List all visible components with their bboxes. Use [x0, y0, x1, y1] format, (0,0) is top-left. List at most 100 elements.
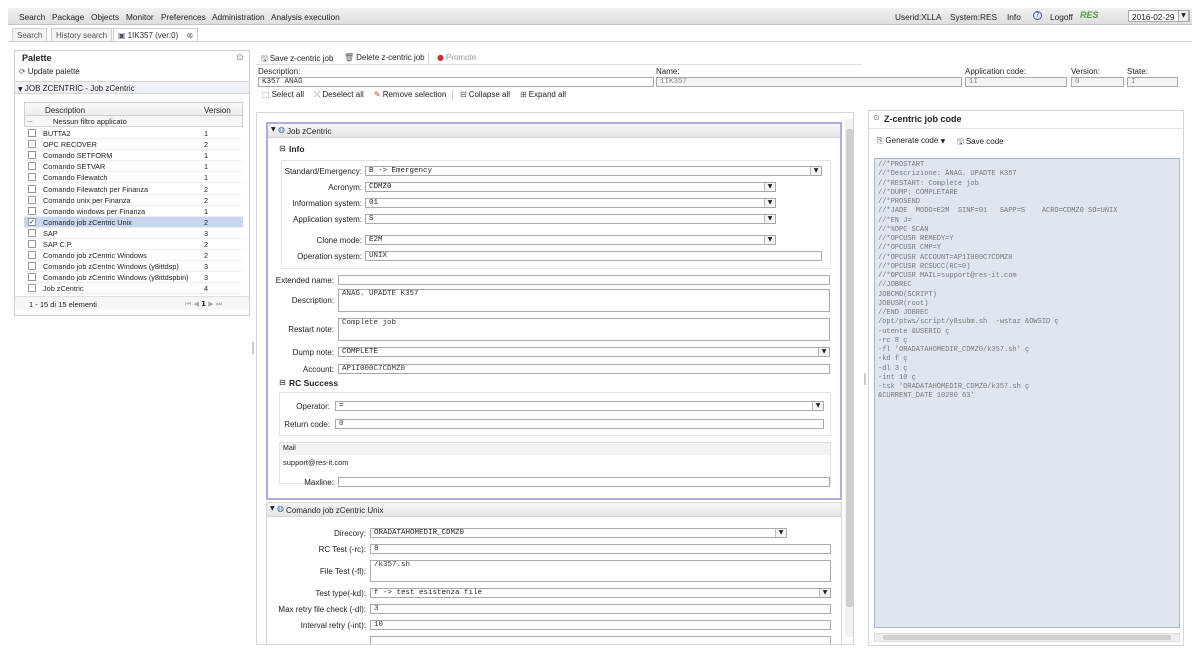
standard-select[interactable]: B -> Emergency ▼	[365, 166, 822, 176]
row-checkbox[interactable]	[28, 240, 36, 248]
row-checkbox[interactable]	[28, 129, 36, 137]
appcode-input[interactable]	[965, 77, 1067, 87]
file-test-textarea[interactable]: /k357.sh	[370, 560, 831, 582]
col-version[interactable]: Version	[204, 106, 231, 115]
account-input[interactable]	[338, 364, 830, 374]
cmd-panel-header[interactable]: ▼ ◍ Comando job zCentric Unix	[267, 503, 841, 517]
palette-row[interactable]: Comando SETVAR 1	[24, 161, 243, 173]
row-checkbox[interactable]	[28, 262, 36, 271]
collapse-arrow-icon[interactable]: ▼	[270, 505, 275, 512]
palette-row[interactable]: Comando Filewatch 1	[24, 172, 243, 184]
menu-package[interactable]: Package	[52, 12, 84, 22]
collapse-icon[interactable]: ⊙	[873, 113, 880, 122]
test-type-select[interactable]: f -> test esistenza file ▼	[370, 588, 831, 598]
collapse-icon[interactable]: ⊙	[236, 53, 244, 63]
select-all-button[interactable]: ⬚ Select all	[262, 90, 304, 99]
menu-search[interactable]: Search	[19, 12, 45, 22]
job-panel-header[interactable]: ▼ ◍ Job zCentric	[268, 124, 840, 138]
rc-test-input[interactable]	[370, 544, 831, 554]
row-checkbox[interactable]	[28, 251, 36, 260]
description-textarea[interactable]: ANAG. UPADTE K357	[338, 289, 830, 312]
infosys-select[interactable]: 01 ▼	[365, 198, 776, 208]
info-collapse-icon[interactable]: ⊟	[279, 144, 286, 153]
tab-job[interactable]: ▣ 1IK357 (ver:0) ⊗	[113, 28, 199, 41]
row-checkbox[interactable]	[28, 184, 36, 193]
next-field-input[interactable]	[370, 636, 831, 644]
generate-code-button[interactable]: ⎘ Generate code ▼	[877, 136, 945, 146]
collapse-all-button[interactable]: ⊟ Collapse all	[460, 90, 510, 99]
palette-row[interactable]: BUTTA2 1	[24, 128, 243, 139]
max-retry-input[interactable]	[370, 604, 831, 614]
appsys-select[interactable]: S ▼	[365, 214, 776, 224]
menu-objects[interactable]: Objects	[91, 12, 119, 22]
row-checkbox[interactable]	[28, 228, 36, 237]
info-link[interactable]: Info	[1007, 12, 1021, 22]
row-checkbox[interactable]	[28, 151, 36, 160]
palette-row[interactable]: ✓ Comando job zCentric Unix 2	[24, 216, 243, 228]
row-checkbox[interactable]: ✓	[28, 217, 36, 226]
vertical-scrollbar[interactable]	[845, 119, 853, 637]
palette-row[interactable]: Comando SETFORM 1	[24, 150, 243, 162]
row-checkbox[interactable]	[28, 162, 36, 171]
menu-analysis[interactable]: Analysis execution	[271, 12, 340, 22]
logoff-link[interactable]: Logoff	[1050, 12, 1073, 22]
palette-row[interactable]: Comando unix per Finanza 2	[24, 195, 243, 206]
dir-select[interactable]: ORADATAHOMEDIR_CDMZ0 ▼	[370, 528, 787, 538]
menu-monitor[interactable]: Monitor	[126, 12, 154, 22]
palette-row[interactable]: Comando job zCentric Windows (y8ittdsp) 3	[24, 261, 243, 273]
rc-collapse-icon[interactable]: ⊟	[279, 378, 286, 387]
palette-row[interactable]: OPC RECOVER 2	[24, 139, 243, 151]
extname-input[interactable]	[338, 275, 830, 285]
tab-search[interactable]: Search	[12, 28, 48, 41]
hscroll-thumb[interactable]	[883, 635, 1171, 640]
remove-selection-button[interactable]: ✎ Remove selection	[374, 90, 446, 99]
opsys-input[interactable]	[365, 251, 822, 261]
palette-row[interactable]: Comando windows per Finanza 1	[24, 206, 243, 217]
deselect-all-button[interactable]: ⤫ Deselect all	[314, 90, 364, 100]
row-checkbox[interactable]	[28, 273, 36, 282]
help-icon[interactable]: ?	[1033, 11, 1042, 20]
menu-preferences[interactable]: Preferences	[161, 12, 206, 22]
operator-select[interactable]: = ▼	[335, 401, 824, 411]
close-icon[interactable]: ⊗	[187, 31, 194, 40]
acronym-select[interactable]: CDMZ0 ▼	[365, 182, 776, 192]
splitter-handle-right[interactable]	[864, 373, 866, 385]
dump-select[interactable]: COMPLETE ▼	[338, 347, 830, 357]
save-job-button[interactable]: 🖫 Save z-centric job	[261, 53, 333, 67]
col-description[interactable]: Description	[45, 106, 85, 115]
palette-row[interactable]: Job zCentric 4	[24, 283, 243, 295]
name-input[interactable]	[656, 77, 962, 87]
palette-row[interactable]: Comando job zCentric Windows (y8ittdspbi…	[24, 272, 243, 284]
retcode-input[interactable]	[335, 419, 824, 429]
delete-job-button[interactable]: 🗑 Delete z-centric job	[344, 53, 425, 62]
palette-row[interactable]: Comando job zCentric Windows 2	[24, 250, 243, 262]
maxline-input[interactable]	[338, 477, 830, 487]
promote-button[interactable]: ● Promote	[437, 53, 476, 62]
menu-administration[interactable]: Administration	[212, 12, 265, 22]
clone-select[interactable]: E2M ▼	[365, 235, 776, 245]
expand-all-button[interactable]: ⊞ Expand all	[520, 90, 566, 99]
palette-group-header[interactable]: ▼ JOB ZCENTRIC - Job zCentric	[15, 81, 249, 94]
palette-row[interactable]: Comando Filewatch per Finanza 2	[24, 184, 243, 195]
collapse-arrow-icon[interactable]: ▼	[271, 126, 276, 133]
scroll-thumb[interactable]	[846, 129, 853, 607]
chevron-down-icon[interactable]: ▼	[1178, 10, 1189, 22]
horizontal-scrollbar[interactable]	[874, 633, 1180, 642]
splitter-handle[interactable]	[252, 342, 254, 354]
mail-value[interactable]: support@res-it.com	[280, 456, 830, 468]
row-checkbox[interactable]	[28, 206, 36, 215]
update-palette-button[interactable]: ⟳ Update palette	[19, 67, 80, 76]
version-input[interactable]	[1071, 77, 1124, 87]
save-code-button[interactable]: 🖫 Save code	[957, 136, 1004, 150]
row-checkbox[interactable]	[28, 284, 36, 293]
pager-nav[interactable]: ⏮ ◀ 1 ▶ ⏭	[185, 300, 222, 309]
restart-textarea[interactable]: Complete job	[338, 318, 830, 341]
state-input[interactable]	[1127, 77, 1178, 87]
tab-history-search[interactable]: History search	[51, 28, 113, 41]
interval-input[interactable]	[370, 620, 831, 630]
palette-row[interactable]: SAP 3	[24, 228, 243, 239]
row-checkbox[interactable]	[28, 195, 36, 204]
description-input[interactable]	[258, 77, 654, 87]
palette-row[interactable]: SAP C.P. 2	[24, 239, 243, 250]
row-checkbox[interactable]	[28, 140, 36, 149]
